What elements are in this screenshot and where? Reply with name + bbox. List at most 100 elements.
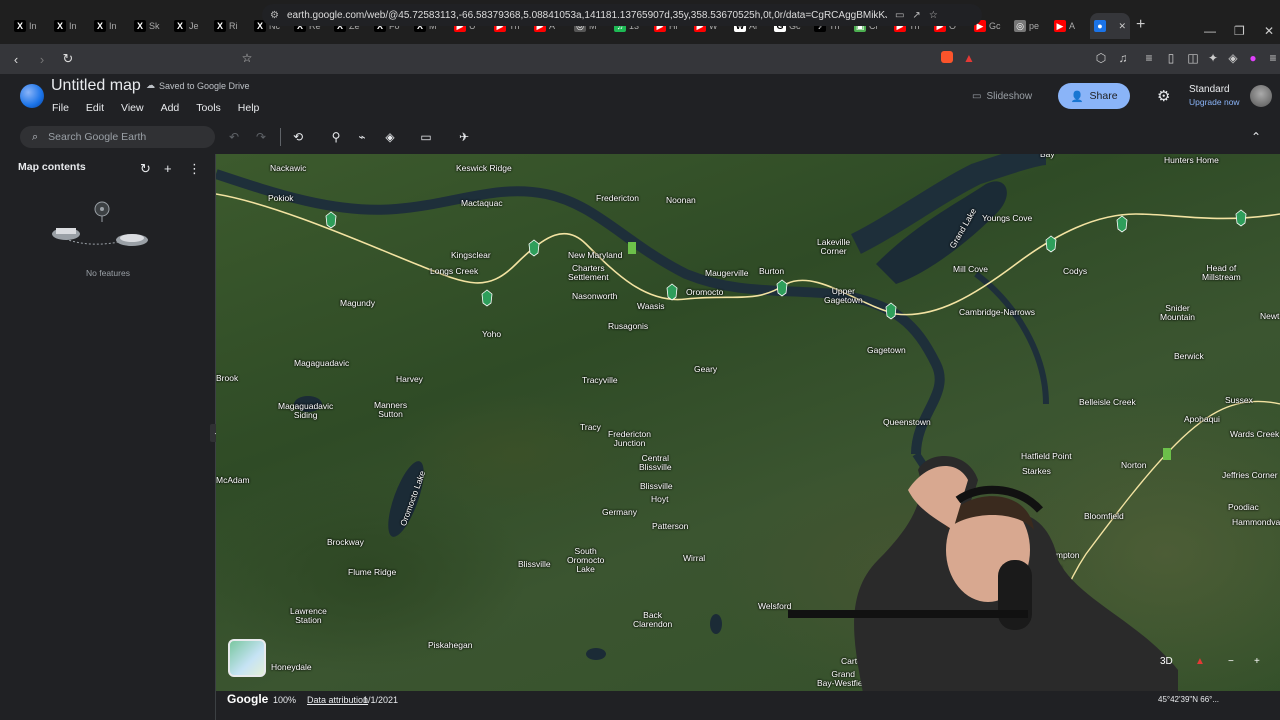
map-place-label: Wirral [683, 553, 706, 563]
map-place-label: Keswick Ridge [456, 163, 512, 173]
toggle-3d-button[interactable]: 3D [1160, 656, 1173, 667]
menu-file[interactable]: File [52, 102, 69, 114]
menu-edit[interactable]: Edit [86, 102, 104, 114]
browser-tab[interactable]: ● ✕ [1090, 13, 1130, 39]
share-page-icon[interactable]: ↗ [912, 10, 920, 21]
browser-menu-icon[interactable]: ≡ [1266, 51, 1280, 65]
map-place-label: Queenstown [883, 417, 931, 427]
google-earth-icon: ● [1094, 20, 1106, 32]
data-attribution-link[interactable]: Data attribution [307, 695, 368, 705]
tab-title: Ri [229, 21, 238, 31]
new-tab-button[interactable]: + [1136, 16, 1145, 34]
refresh-icon[interactable]: ↻ [140, 161, 151, 177]
google-earth-logo-icon[interactable] [20, 84, 44, 108]
measure-icon[interactable]: ▭ [418, 129, 434, 145]
map-place-label: McAdam [216, 475, 250, 485]
menu-add[interactable]: Add [161, 102, 180, 114]
tab-title: In [69, 21, 77, 31]
menu-icon[interactable]: ≡ [1142, 51, 1156, 65]
project-title[interactable]: Untitled map [51, 77, 141, 95]
slideshow-button[interactable]: ▭ Slideshow [970, 86, 1047, 106]
search-box[interactable]: ⌕ [20, 126, 215, 148]
menu-view[interactable]: View [121, 102, 144, 114]
map-place-label: Nackawic [270, 163, 307, 173]
minimize-icon[interactable]: — [1204, 24, 1216, 38]
bookmark-icon[interactable]: ☆ [240, 51, 254, 65]
browser-tab[interactable]: X Ri [210, 13, 250, 39]
url-field[interactable]: ⚙ earth.google.com/web/@45.72583113,-66.… [262, 4, 982, 26]
map-place-label: Harvey [396, 374, 423, 384]
undo-icon[interactable]: ↶ [226, 129, 242, 145]
historical-imagery-icon[interactable]: ⟲ [290, 129, 306, 145]
menu-help[interactable]: Help [238, 102, 260, 114]
map-place-label: Head of Millstream [1202, 263, 1241, 282]
browser-tab[interactable]: ▶A [1050, 13, 1090, 39]
share-button[interactable]: 👤 Share [1058, 83, 1130, 109]
x-icon: X [14, 20, 26, 32]
close-tab-icon[interactable]: ✕ [1118, 21, 1126, 32]
google-logo: Google [227, 692, 269, 706]
redo-icon[interactable]: ↷ [253, 129, 269, 145]
wallet-icon[interactable]: ● [1246, 51, 1260, 65]
zoom-out-icon[interactable]: − [1228, 656, 1234, 667]
media-icon[interactable]: ♫ [1116, 51, 1130, 65]
vpn-icon[interactable]: ◈ [1226, 51, 1240, 65]
profile-switch-icon[interactable]: ◫ [1186, 51, 1200, 65]
map-place-label: Geary [694, 364, 718, 374]
collapse-toolbar-icon[interactable]: ⌃ [1248, 129, 1264, 145]
brave-shield-icon[interactable] [940, 51, 954, 65]
map-place-label: Germany [602, 507, 637, 517]
tab-title: pe [1029, 21, 1040, 31]
save-status: ☁ Saved to Google Drive [146, 80, 250, 91]
map-place-label: Apohaqui [1184, 414, 1220, 424]
map-place-label: Nasonworth [572, 291, 618, 301]
draw-line-icon[interactable]: ⌁ [354, 129, 370, 145]
map-place-label: Hoyt [651, 494, 669, 504]
sidebar-toggle-icon[interactable]: ▯ [1164, 51, 1178, 65]
zoom-in-icon[interactable]: + [1254, 656, 1260, 667]
browser-tab[interactable]: X In [50, 13, 90, 39]
map-place-label: Yoho [482, 329, 502, 339]
site-info-icon[interactable]: ⚙ [270, 10, 279, 21]
leo-icon[interactable]: ✦ [1206, 51, 1220, 65]
browser-tab[interactable]: X Sk [130, 13, 170, 39]
map-style-thumbnail[interactable] [228, 639, 266, 677]
map-place-label: Piskahegan [428, 640, 473, 650]
add-placemark-icon[interactable]: ⚲ [328, 129, 344, 145]
browser-tab[interactable]: X In [90, 13, 130, 39]
browser-tab[interactable]: X Je [170, 13, 210, 39]
browser-tab[interactable]: X In [10, 13, 50, 39]
settings-gear-icon[interactable]: ⚙ [1157, 87, 1170, 105]
panel-title: Map contents [18, 161, 86, 173]
star-icon[interactable]: ☆ [929, 10, 938, 21]
add-icon[interactable]: + [164, 161, 172, 176]
reload-icon[interactable]: ↻ [58, 51, 78, 67]
map-place-label: Central Blissville [639, 453, 672, 472]
map-place-label: Wards Creek [1230, 429, 1280, 439]
avatar[interactable] [1250, 85, 1272, 107]
back-icon[interactable]: ‹ [6, 52, 26, 67]
map-place-label: Newt [1260, 311, 1280, 321]
menu-bar: File Edit View Add Tools Help [52, 102, 259, 114]
url-text[interactable]: earth.google.com/web/@45.72583113,-66.58… [287, 10, 887, 21]
map-place-label: Magaguadavic Siding [278, 401, 334, 420]
browser-tab[interactable]: ◎ pe [1010, 13, 1050, 39]
search-input[interactable] [48, 131, 199, 143]
close-window-icon[interactable]: ✕ [1264, 24, 1274, 38]
flight-simulator-icon[interactable]: ✈ [456, 129, 472, 145]
map-place-label: Back Clarendon [633, 610, 673, 629]
layers-icon[interactable]: ◈ [382, 129, 398, 145]
map-place-label: Tracyville [582, 375, 618, 385]
more-options-icon[interactable]: ⋮ [188, 161, 201, 177]
compass-icon[interactable]: ▲ [1195, 656, 1205, 667]
map-place-label: Patterson [652, 521, 689, 531]
forward-icon[interactable]: › [32, 52, 52, 67]
maximize-icon[interactable]: ❐ [1234, 24, 1245, 38]
x-icon: X [174, 20, 186, 32]
upgrade-link[interactable]: Upgrade now [1189, 97, 1240, 107]
map-place-label: Kingsclear [451, 250, 491, 260]
extensions-icon[interactable]: ⬡ [1094, 51, 1108, 65]
cast-icon[interactable]: ▭ [895, 10, 904, 21]
menu-tools[interactable]: Tools [196, 102, 221, 114]
brave-rewards-icon[interactable]: ▲ [962, 51, 976, 65]
